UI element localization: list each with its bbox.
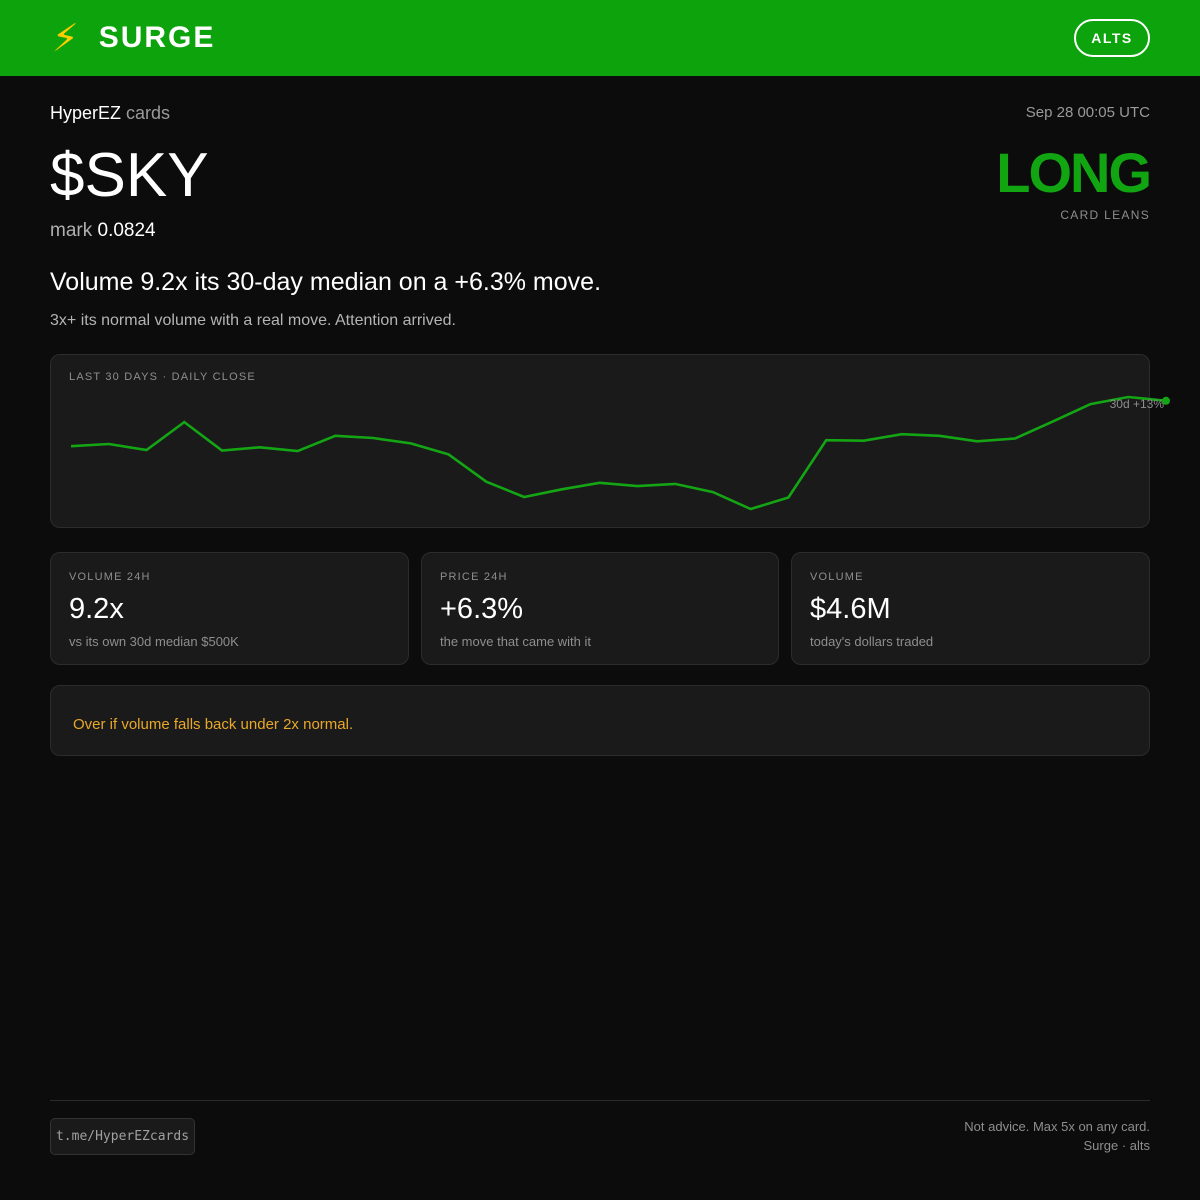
ticker-symbol: $SKY [50,141,209,210]
subline: 3x+ its normal volume with a real move. … [50,312,456,329]
source-suffix: cards [126,103,171,123]
stat-label: VOLUME [810,571,864,583]
top-bar: ⚡ SURGE ALTS [0,0,1200,76]
mark-value: 0.0824 [97,220,156,241]
disclaimer-line: Surge · alts [1083,1138,1150,1153]
stat-note: the move that came with it [440,634,592,649]
card-source: HyperEZ cards [50,103,170,124]
mark-price: mark 0.0824 [50,220,156,242]
lean-label: CARD LEANS [1060,208,1150,222]
alts-button[interactable]: ALTS [1074,19,1150,57]
brand: ⚡ SURGE [52,19,215,57]
footer-divider [50,1100,1150,1101]
stat-card-volume: VOLUME $4.6M today's dollars traded [791,552,1150,665]
exit-condition-card: Over if volume falls back under 2x norma… [50,685,1150,756]
chart-change-label: 30d +13% [1109,397,1164,411]
disclaimer-line: Not advice. Max 5x on any card. [964,1119,1150,1134]
timestamp: Sep 28 00:05 UTC [1025,104,1150,121]
price-series-line [70,395,1167,511]
stat-value: $4.6M [810,593,891,625]
stat-note: today's dollars traded [810,634,934,649]
stat-label: PRICE 24H [440,571,508,583]
exit-condition-text: Over if volume falls back under 2x norma… [73,716,354,733]
lightning-bolt-icon: ⚡ [52,16,79,60]
stat-value: +6.3% [440,593,524,625]
stat-card-volume-24h: VOLUME 24H 9.2x vs its own 30d median $5… [50,552,409,665]
telegram-link[interactable]: t.me/HyperEZcards [50,1118,195,1155]
lean-direction: LONG [996,141,1152,204]
stat-card-price-24h: PRICE 24H +6.3% the move that came with … [421,552,779,665]
mark-label: mark [50,220,93,241]
stat-note: vs its own 30d median $500K [69,634,239,649]
brand-name: SURGE [98,21,216,54]
disclaimer: Not advice. Max 5x on any card. Surge · … [964,1117,1150,1155]
source-name: HyperEZ [50,103,122,123]
chart-title: LAST 30 DAYS · DAILY CLOSE [69,371,256,383]
headline: Volume 9.2x its 30-day median on a +6.3%… [50,268,602,296]
stat-label: VOLUME 24H [69,571,151,583]
stat-value: 9.2x [69,593,124,625]
price-chart-card: LAST 30 DAYS · DAILY CLOSE 30d +13% [50,354,1170,528]
